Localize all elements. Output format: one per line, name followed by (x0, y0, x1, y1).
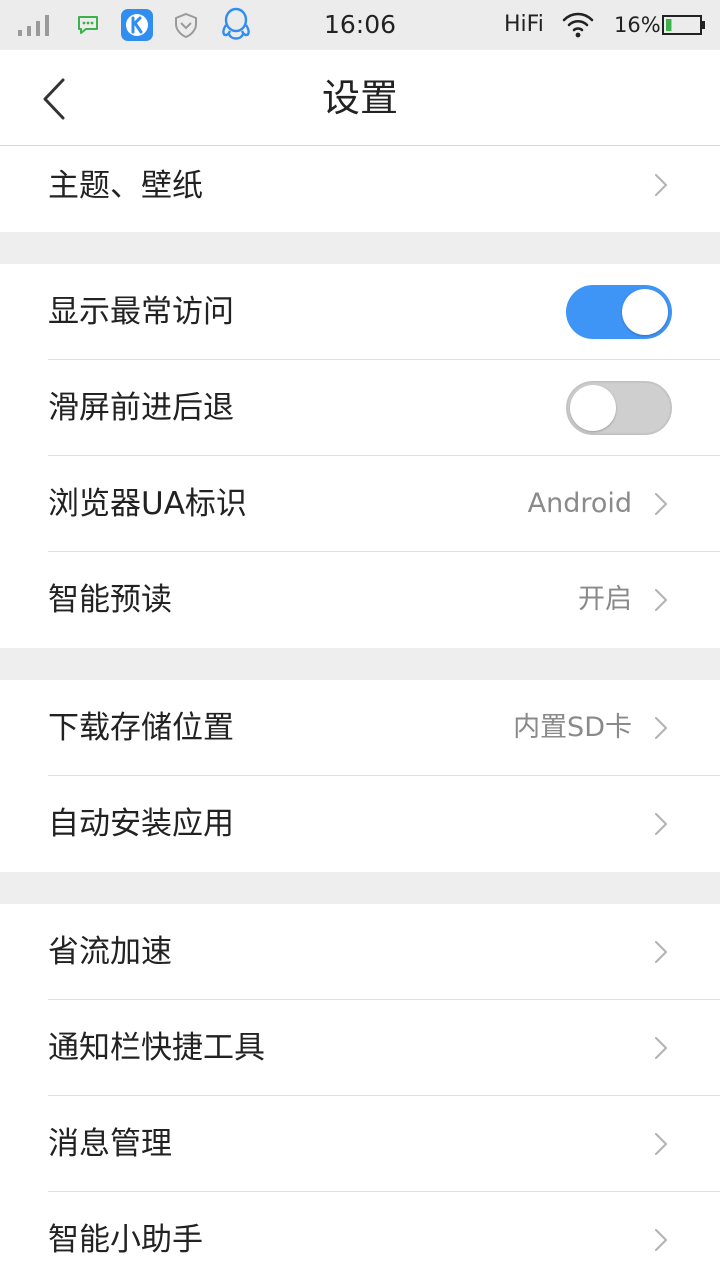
settings-row-notification-tools[interactable]: 通知栏快捷工具 (0, 1000, 720, 1096)
row-value: 开启 (578, 584, 632, 615)
section-gap (0, 872, 720, 904)
row-label: 下载存储位置 (48, 710, 234, 746)
settings-section-download: 下载存储位置 内置SD卡 自动安装应用 (0, 680, 720, 872)
chevron-right-icon (646, 1225, 676, 1255)
chevron-right-icon (646, 585, 676, 615)
settings-row-most-visited: 显示最常访问 (0, 264, 720, 360)
row-label: 智能预读 (48, 582, 172, 618)
toggle-knob (570, 385, 616, 431)
row-value: Android (527, 488, 632, 519)
network-label: HiFi (504, 12, 544, 37)
shield-icon (172, 11, 200, 39)
signal-icon (16, 12, 56, 38)
chevron-right-icon (646, 1129, 676, 1159)
qq-icon (219, 7, 253, 43)
row-label: 智能小助手 (48, 1222, 203, 1258)
row-label: 通知栏快捷工具 (48, 1030, 265, 1066)
settings-row-swipe-navigation: 滑屏前进后退 (0, 360, 720, 456)
settings-row-data-saver[interactable]: 省流加速 (0, 904, 720, 1000)
wifi-icon (562, 11, 594, 39)
toggle-knob (622, 289, 668, 335)
chevron-right-icon (646, 713, 676, 743)
row-label: 显示最常访问 (48, 294, 234, 330)
most-visited-toggle[interactable] (566, 285, 672, 339)
chevron-right-icon (646, 489, 676, 519)
settings-section-tools: 省流加速 通知栏快捷工具 消息管理 智能小助手 (0, 904, 720, 1280)
chevron-right-icon (646, 170, 676, 200)
settings-row-theme[interactable]: 主题、壁纸 (0, 146, 720, 232)
chat-icon (76, 13, 100, 37)
row-value: 内置SD卡 (513, 712, 632, 743)
row-label: 主题、壁纸 (48, 168, 203, 204)
row-label: 浏览器UA标识 (48, 486, 247, 522)
chevron-left-icon (43, 78, 65, 120)
chevron-right-icon (646, 937, 676, 967)
battery-percent: 16% (614, 13, 661, 37)
settings-section-theme: 主题、壁纸 (0, 146, 720, 232)
settings-row-user-agent[interactable]: 浏览器UA标识 Android (0, 456, 720, 552)
settings-row-auto-install[interactable]: 自动安装应用 (0, 776, 720, 872)
chevron-right-icon (646, 1033, 676, 1063)
row-label: 消息管理 (48, 1126, 172, 1162)
k-app-icon (120, 8, 154, 42)
back-button[interactable] (20, 64, 90, 134)
row-label: 滑屏前进后退 (48, 390, 234, 426)
settings-row-smart-preload[interactable]: 智能预读 开启 (0, 552, 720, 648)
settings-row-smart-assistant[interactable]: 智能小助手 (0, 1192, 720, 1280)
settings-row-download-location[interactable]: 下载存储位置 内置SD卡 (0, 680, 720, 776)
chevron-right-icon (646, 809, 676, 839)
section-gap (0, 648, 720, 680)
status-time: 16:06 (323, 10, 397, 39)
row-label: 省流加速 (48, 934, 172, 970)
settings-row-message-management[interactable]: 消息管理 (0, 1096, 720, 1192)
swipe-navigation-toggle[interactable] (566, 381, 672, 435)
row-label: 自动安装应用 (48, 806, 234, 842)
settings-section-browse: 显示最常访问 滑屏前进后退 浏览器UA标识 Android 智能预读 开启 (0, 264, 720, 648)
section-gap (0, 232, 720, 264)
status-bar: 16:06 HiFi 16% (0, 0, 720, 50)
page-title: 设置 (321, 76, 398, 120)
app-header: 设置 (0, 50, 720, 146)
battery-icon (662, 14, 706, 36)
